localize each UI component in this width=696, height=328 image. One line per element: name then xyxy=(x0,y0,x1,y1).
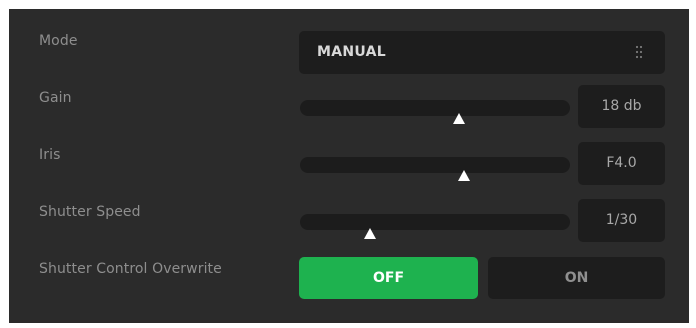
shutter-overwrite-label: Shutter Control Overwrite xyxy=(39,261,222,277)
window: Mode MANUAL Gain 18 db Iris F4.0 Shutter… xyxy=(0,0,696,328)
gain-slider-track[interactable] xyxy=(300,100,570,116)
mode-dropdown[interactable]: MANUAL xyxy=(299,31,665,74)
shutter-overwrite-on-button[interactable]: ON xyxy=(488,257,665,299)
iris-slider-track[interactable] xyxy=(300,157,570,173)
shutter-overwrite-off-button[interactable]: OFF xyxy=(299,257,478,299)
shutter-speed-label: Shutter Speed xyxy=(39,204,141,220)
mode-label: Mode xyxy=(39,33,78,49)
mode-value: MANUAL xyxy=(317,44,386,60)
gain-value: 18 db xyxy=(601,98,642,114)
iris-label: Iris xyxy=(39,147,61,163)
shutter-speed-slider-thumb[interactable] xyxy=(363,228,376,239)
gain-label: Gain xyxy=(39,90,72,106)
iris-slider-thumb[interactable] xyxy=(458,170,471,181)
iris-value: F4.0 xyxy=(606,155,637,171)
shutter-speed-value-box: 1/30 xyxy=(578,199,665,242)
camera-settings-panel: Mode MANUAL Gain 18 db Iris F4.0 Shutter… xyxy=(9,9,689,323)
shutter-speed-value: 1/30 xyxy=(605,212,638,228)
gain-value-box: 18 db xyxy=(578,85,665,128)
iris-value-box: F4.0 xyxy=(578,142,665,185)
shutter-speed-slider-track[interactable] xyxy=(300,214,570,230)
grip-dots-icon xyxy=(635,45,643,59)
gain-slider-thumb[interactable] xyxy=(452,113,465,124)
